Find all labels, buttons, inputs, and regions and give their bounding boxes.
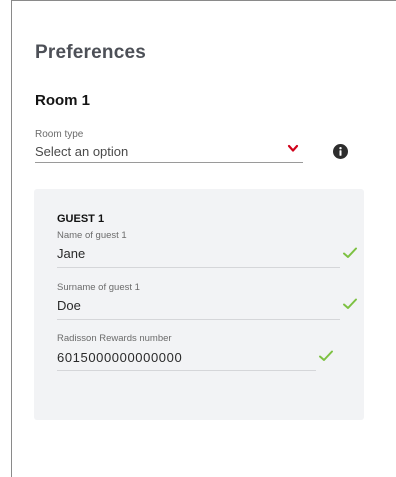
guest-name-underline bbox=[57, 267, 340, 268]
rewards-number-label: Radisson Rewards number bbox=[57, 333, 172, 344]
info-icon[interactable] bbox=[333, 144, 348, 159]
guest-surname-underline bbox=[57, 319, 340, 320]
rewards-number-underline bbox=[57, 370, 316, 371]
guest-name-input[interactable]: Jane bbox=[57, 246, 85, 261]
guest-surname-input[interactable]: Doe bbox=[57, 298, 81, 313]
guest-name-label: Name of guest 1 bbox=[57, 230, 127, 241]
room-type-value[interactable]: Select an option bbox=[35, 144, 128, 159]
preferences-heading: Preferences bbox=[35, 42, 146, 63]
guest-surname-label: Surname of guest 1 bbox=[57, 282, 140, 293]
checkmark-icon bbox=[318, 349, 334, 363]
frame-top-border bbox=[11, 0, 396, 1]
rewards-number-input[interactable]: 6015000000000000 bbox=[57, 350, 182, 365]
checkmark-icon bbox=[342, 246, 358, 260]
checkmark-icon bbox=[342, 297, 358, 311]
room-type-underline bbox=[35, 162, 303, 163]
room-type-label: Room type bbox=[35, 129, 84, 140]
frame-left-border bbox=[11, 0, 12, 477]
chevron-down-icon[interactable] bbox=[286, 142, 300, 154]
room-title: Room 1 bbox=[35, 92, 91, 109]
guest-heading: GUEST 1 bbox=[57, 213, 105, 225]
